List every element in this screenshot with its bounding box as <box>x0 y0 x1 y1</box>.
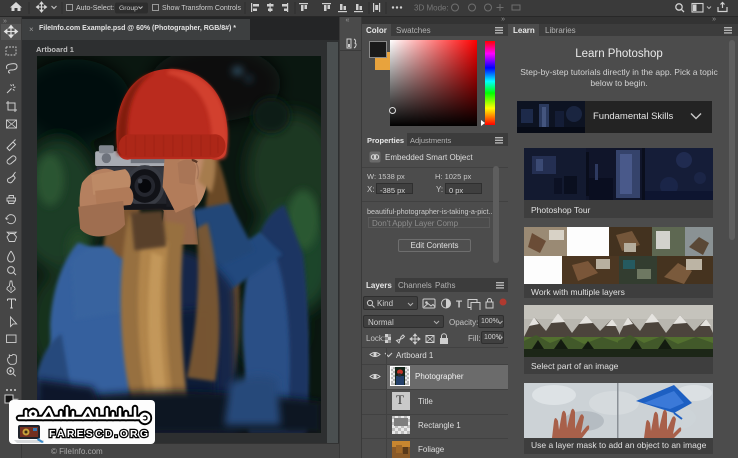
svg-text:3D Mode:: 3D Mode: <box>414 4 449 13</box>
svg-text:FARESCD.ORG: FARESCD.ORG <box>49 428 150 440</box>
svg-text:T: T <box>456 300 462 311</box>
